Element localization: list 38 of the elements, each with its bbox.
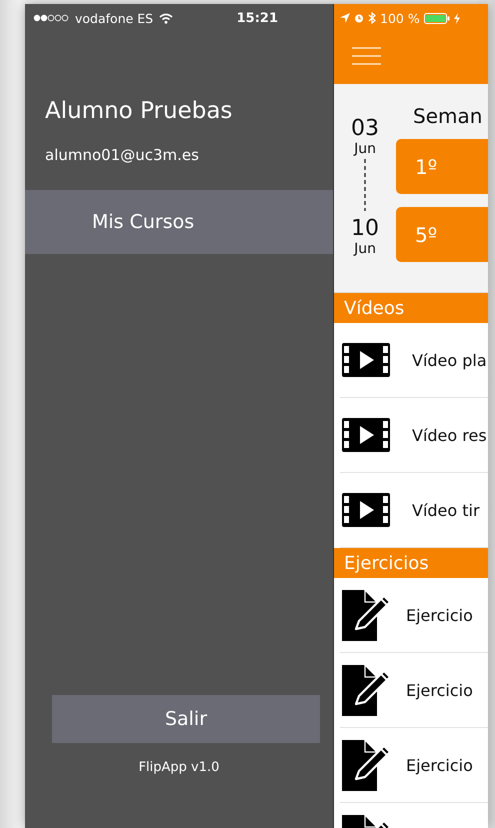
charging-bolt-icon <box>454 12 460 24</box>
exercise-row[interactable]: Ejercicio <box>340 653 488 728</box>
video-row[interactable]: Vídeo tir <box>340 473 488 548</box>
dashed-connector <box>364 159 366 211</box>
item-title: Vídeo pla <box>412 350 487 370</box>
location-icon <box>340 13 350 23</box>
battery-icon <box>424 12 450 24</box>
clock-time: 15:21 <box>236 10 278 26</box>
section-header: Vídeos <box>334 293 488 323</box>
exercise-row[interactable]: Ejercicio <box>340 578 488 653</box>
end-day: 10 <box>351 217 379 241</box>
start-day: 03 <box>351 117 379 141</box>
item-title: Vídeo res <box>412 426 487 444</box>
video-row[interactable]: Vídeo pla <box>340 323 488 398</box>
start-month: Jun <box>354 141 376 157</box>
film-icon <box>342 418 390 452</box>
wifi-icon <box>159 12 174 24</box>
battery-percent: 100 % <box>380 10 420 26</box>
app-version: FlipApp v1.0 <box>138 760 220 775</box>
user-email: alumno01@uc3m.es <box>45 146 200 164</box>
film-icon <box>342 343 390 377</box>
user-name: Alumno Pruebas <box>45 98 234 124</box>
exercise-row[interactable]: Ejercicio <box>340 728 488 803</box>
video-row[interactable]: Vídeo res <box>340 398 488 473</box>
week-title: Seman <box>413 104 484 128</box>
end-month: Jun <box>354 241 376 257</box>
carrier-name: vodafone ES <box>75 10 154 26</box>
alarm-icon <box>354 13 364 23</box>
item-title: Ejercicio <box>406 680 473 700</box>
item-title: Ejercicio <box>406 606 473 624</box>
menu-item[interactable]: Mis Cursos <box>25 190 333 254</box>
signal-icon <box>33 14 71 22</box>
item-title: Ejercicio <box>406 756 473 774</box>
film-icon <box>342 493 390 527</box>
logout-button[interactable]: Salir <box>52 695 320 743</box>
section-header: Ejercicios <box>334 548 488 578</box>
item-title: Vídeo tir <box>412 500 480 520</box>
bluetooth-icon <box>368 12 376 24</box>
